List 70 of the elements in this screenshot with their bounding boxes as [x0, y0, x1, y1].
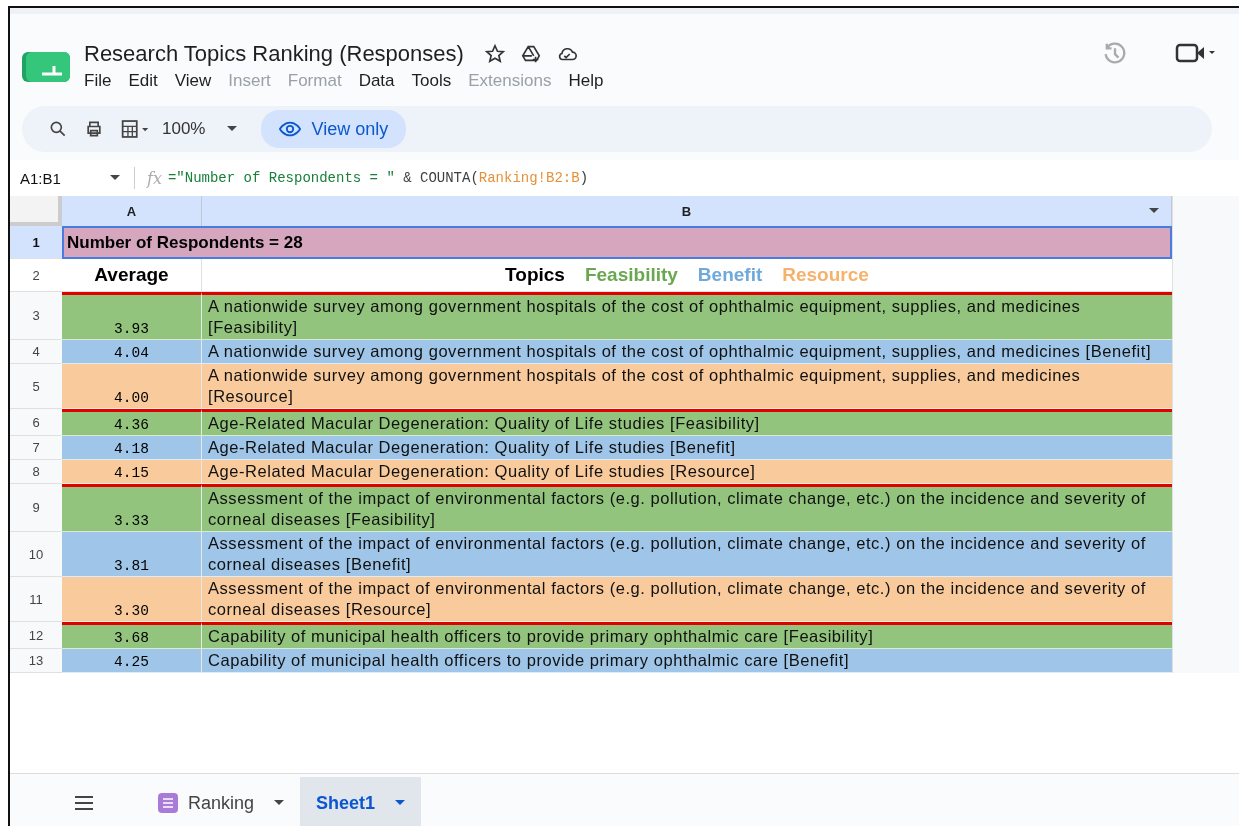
- zoom-dropdown[interactable]: 100%: [162, 119, 238, 139]
- legend-label: Feasibility: [584, 264, 678, 286]
- row-header[interactable]: 7: [10, 436, 62, 460]
- table-cell[interactable]: Capability of municipal health officers to provide primary ophthalmic care [Benefit]: [202, 649, 1172, 673]
- table-cell[interactable]: 3.93: [62, 292, 202, 340]
- row-header[interactable]: 3: [10, 292, 62, 340]
- table-cell[interactable]: 4.36: [62, 409, 202, 436]
- name-box[interactable]: A1:B1: [10, 169, 110, 187]
- table-cell[interactable]: 3.33: [62, 484, 202, 532]
- merged-cell[interactable]: Number of Respondents = 28: [62, 226, 1172, 259]
- table-cell[interactable]: Capability of municipal health officers to provide primary ophthalmic care [Feasibility]: [202, 622, 1172, 649]
- table-cell[interactable]: A nationwide survey among government hospitals of the cost of ophthalmic equipment, supplies, and medicines [Feasibility]: [202, 292, 1172, 340]
- sheet-tab[interactable]: Ranking: [142, 777, 301, 826]
- table-cell[interactable]: Assessment of the impact of environmental factors (e.g. pollution, climate change, etc.) on the incidence and severity of corneal diseases [Resource]: [202, 577, 1172, 622]
- table-cell[interactable]: Age-Related Macular Degeneration: Quality of Life studies [Benefit]: [202, 436, 1172, 460]
- legend-label: Benefit: [697, 264, 763, 286]
- table-cell[interactable]: A nationwide survey among government hospitals of the cost of ophthalmic equipment, supplies, and medicines [Resource]: [202, 364, 1172, 409]
- row-header[interactable]: 6: [10, 409, 62, 436]
- column-header[interactable]: B: [681, 203, 692, 219]
- table-cell[interactable]: 4.04: [62, 340, 202, 364]
- print-icon[interactable]: [84, 119, 104, 139]
- table-cell[interactable]: Assessment of the impact of environmental factors (e.g. pollution, climate change, etc.) on the incidence and severity of corneal diseases [Benefit]: [202, 532, 1172, 577]
- menu-item[interactable]: Edit: [128, 69, 168, 93]
- row-header[interactable]: 5: [10, 364, 62, 409]
- menu-item[interactable]: Tools: [411, 69, 462, 93]
- table-cell[interactable]: 3.30: [62, 577, 202, 622]
- table-cell[interactable]: Age-Related Macular Degeneration: Quality of Life studies [Feasibility]: [202, 409, 1172, 436]
- legend-label: Resource: [782, 264, 869, 286]
- document-title[interactable]: Research Topics Ranking (Responses): [84, 41, 464, 67]
- row-header[interactable]: 12: [10, 622, 62, 649]
- caret-icon[interactable]: [274, 800, 285, 806]
- star-icon[interactable]: [483, 43, 506, 65]
- caret-icon[interactable]: [395, 800, 406, 806]
- video-camera-icon[interactable]: [1175, 41, 1215, 65]
- drive-add-icon[interactable]: [519, 43, 542, 65]
- column-header[interactable]: A: [62, 196, 202, 226]
- form-list-icon: [158, 793, 178, 813]
- menu-item[interactable]: Help: [568, 69, 614, 93]
- row-header[interactable]: 11: [10, 577, 62, 622]
- menu-item[interactable]: File: [84, 69, 122, 93]
- sheet-tab[interactable]: Sheet1: [300, 777, 422, 826]
- table-cell[interactable]: 4.25: [62, 649, 202, 673]
- caret-icon[interactable]: [227, 126, 238, 132]
- row-header[interactable]: 10: [10, 532, 62, 577]
- column-heading: Topics: [505, 264, 565, 286]
- function-label: fx: [147, 168, 162, 188]
- row-header[interactable]: 13: [10, 649, 62, 673]
- search-icon[interactable]: [48, 119, 68, 139]
- table-cell[interactable]: Average: [62, 259, 202, 292]
- table-cell[interactable]: Age-Related Macular Degeneration: Quality of Life studies [Resource]: [202, 460, 1172, 484]
- menu-item[interactable]: Data: [358, 69, 405, 93]
- table-cell[interactable]: 4.18: [62, 436, 202, 460]
- row-header[interactable]: 8: [10, 460, 62, 484]
- table-cell[interactable]: 4.00: [62, 364, 202, 409]
- sheets-logo-icon[interactable]: [22, 50, 70, 84]
- table-cell[interactable]: Assessment of the impact of environmental factors (e.g. pollution, climate change, etc.) on the incidence and severity of corneal diseases [Feasibility]: [202, 484, 1172, 532]
- formula-field[interactable]: ="Number of Respondents = " & COUNTA(Ranking!B2:B): [167, 170, 589, 186]
- caret-icon[interactable]: [110, 175, 120, 181]
- calculator-icon[interactable]: [120, 118, 150, 140]
- row-header[interactable]: 4: [10, 340, 62, 364]
- row-header[interactable]: 1: [10, 226, 62, 259]
- caret-icon[interactable]: [1149, 208, 1159, 214]
- table-cell[interactable]: 3.81: [62, 532, 202, 577]
- view-only-button[interactable]: View only: [261, 110, 407, 148]
- menu-item[interactable]: View: [174, 69, 222, 93]
- menu-icon[interactable]: [74, 796, 94, 810]
- table-cell[interactable]: A nationwide survey among government hospitals of the cost of ophthalmic equipment, supplies, and medicines [Benefit]: [202, 340, 1172, 364]
- row-header[interactable]: 9: [10, 484, 62, 532]
- table-cell[interactable]: 4.15: [62, 460, 202, 484]
- table-cell[interactable]: 3.68: [62, 622, 202, 649]
